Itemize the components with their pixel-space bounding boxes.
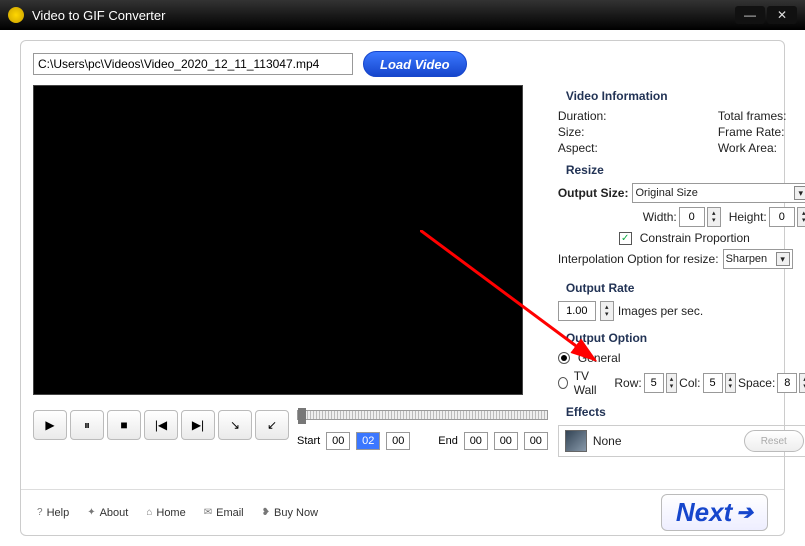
end-ss[interactable]	[524, 432, 548, 450]
workarea-label: Work Area:	[718, 141, 805, 155]
mark-out-button[interactable]: ↙	[255, 410, 289, 440]
constrain-checkbox[interactable]: ✓	[619, 232, 632, 245]
col-stepper[interactable]: ▴▾	[725, 373, 736, 393]
seek-thumb[interactable]	[298, 408, 306, 424]
footer: ?Help ✦About ⌂Home ✉Email ❥Buy Now Next➔	[21, 489, 784, 535]
video-preview	[33, 85, 523, 395]
width-stepper[interactable]: ▴▾	[707, 207, 721, 227]
titlebar: Video to GIF Converter — ✕	[0, 0, 805, 30]
rate-suffix: Images per sec.	[618, 304, 703, 318]
tvwall-radio[interactable]	[558, 377, 568, 389]
height-label: Height:	[729, 210, 767, 224]
totalframes-label: Total frames:	[718, 109, 805, 123]
prev-frame-button[interactable]: |◀	[144, 410, 178, 440]
duration-value	[628, 109, 718, 123]
play-button[interactable]: ▶	[33, 410, 67, 440]
start-hh[interactable]	[326, 432, 350, 450]
arrow-right-icon: ➔	[736, 500, 753, 525]
interp-label: Interpolation Option for resize:	[558, 252, 719, 266]
effects-reset-button[interactable]: Reset	[744, 430, 804, 452]
aspect-label: Aspect:	[558, 141, 628, 155]
resize-heading: Resize	[566, 163, 805, 177]
row-input[interactable]	[644, 373, 664, 393]
rate-input[interactable]	[558, 301, 596, 321]
next-button[interactable]: Next➔	[661, 494, 768, 531]
col-input[interactable]	[703, 373, 723, 393]
end-label: End	[438, 435, 458, 447]
width-label: Width:	[643, 210, 677, 224]
row-stepper[interactable]: ▴▾	[666, 373, 677, 393]
help-icon: ?	[37, 507, 43, 518]
email-icon: ✉	[204, 507, 212, 518]
mark-in-button[interactable]: ↘	[218, 410, 252, 440]
email-link[interactable]: ✉Email	[204, 507, 244, 519]
file-path-input[interactable]	[33, 53, 353, 75]
effects-heading: Effects	[566, 405, 805, 419]
height-input[interactable]	[769, 207, 795, 227]
home-link[interactable]: ⌂Home	[146, 507, 185, 519]
window-title: Video to GIF Converter	[32, 8, 735, 23]
about-icon: ✦	[87, 507, 95, 518]
chevron-down-icon: ▾	[776, 252, 790, 266]
start-label: Start	[297, 435, 320, 447]
size-value	[628, 125, 718, 139]
space-label: Space:	[738, 376, 775, 390]
minimize-button[interactable]: —	[735, 6, 765, 24]
duration-label: Duration:	[558, 109, 628, 123]
space-input[interactable]	[777, 373, 797, 393]
next-frame-button[interactable]: ▶|	[181, 410, 215, 440]
rate-stepper[interactable]: ▴▾	[600, 301, 614, 321]
buy-link[interactable]: ❥Buy Now	[262, 507, 318, 519]
height-stepper[interactable]: ▴▾	[797, 207, 805, 227]
col-label: Col:	[679, 376, 700, 390]
home-icon: ⌂	[146, 507, 152, 518]
rate-heading: Output Rate	[566, 281, 805, 295]
space-stepper[interactable]: ▴▾	[799, 373, 805, 393]
video-info-heading: Video Information	[566, 89, 805, 103]
about-link[interactable]: ✦About	[87, 507, 128, 519]
pause-button[interactable]: ⏸	[70, 410, 104, 440]
chevron-down-icon: ▾	[794, 186, 805, 200]
option-heading: Output Option	[566, 331, 805, 345]
help-link[interactable]: ?Help	[37, 507, 69, 519]
load-video-button[interactable]: Load Video	[363, 51, 467, 77]
close-button[interactable]: ✕	[767, 6, 797, 24]
constrain-label: Constrain Proportion	[640, 231, 750, 245]
size-label: Size:	[558, 125, 628, 139]
stop-button[interactable]: ■	[107, 410, 141, 440]
general-radio[interactable]	[558, 352, 570, 364]
effects-value: None	[593, 434, 622, 448]
end-hh[interactable]	[464, 432, 488, 450]
tvwall-label: TV Wall	[574, 369, 607, 397]
main-panel: Load Video ▶ ⏸ ■ |◀ ▶| ↘ ↙	[20, 40, 785, 536]
output-size-label: Output Size:	[558, 186, 629, 200]
effects-thumb-icon[interactable]	[565, 430, 587, 452]
app-logo-icon	[8, 7, 24, 23]
row-label: Row:	[614, 376, 641, 390]
aspect-value	[628, 141, 718, 155]
seek-slider[interactable]	[297, 410, 548, 420]
end-mm[interactable]	[494, 432, 518, 450]
general-label: General	[578, 351, 621, 365]
interp-select[interactable]: Sharpen▾	[723, 249, 793, 269]
output-size-select[interactable]: Original Size▾	[632, 183, 805, 203]
buy-icon: ❥	[262, 507, 270, 518]
start-mm[interactable]	[356, 432, 380, 450]
width-input[interactable]	[679, 207, 705, 227]
start-ss[interactable]	[386, 432, 410, 450]
framerate-label: Frame Rate:	[718, 125, 805, 139]
